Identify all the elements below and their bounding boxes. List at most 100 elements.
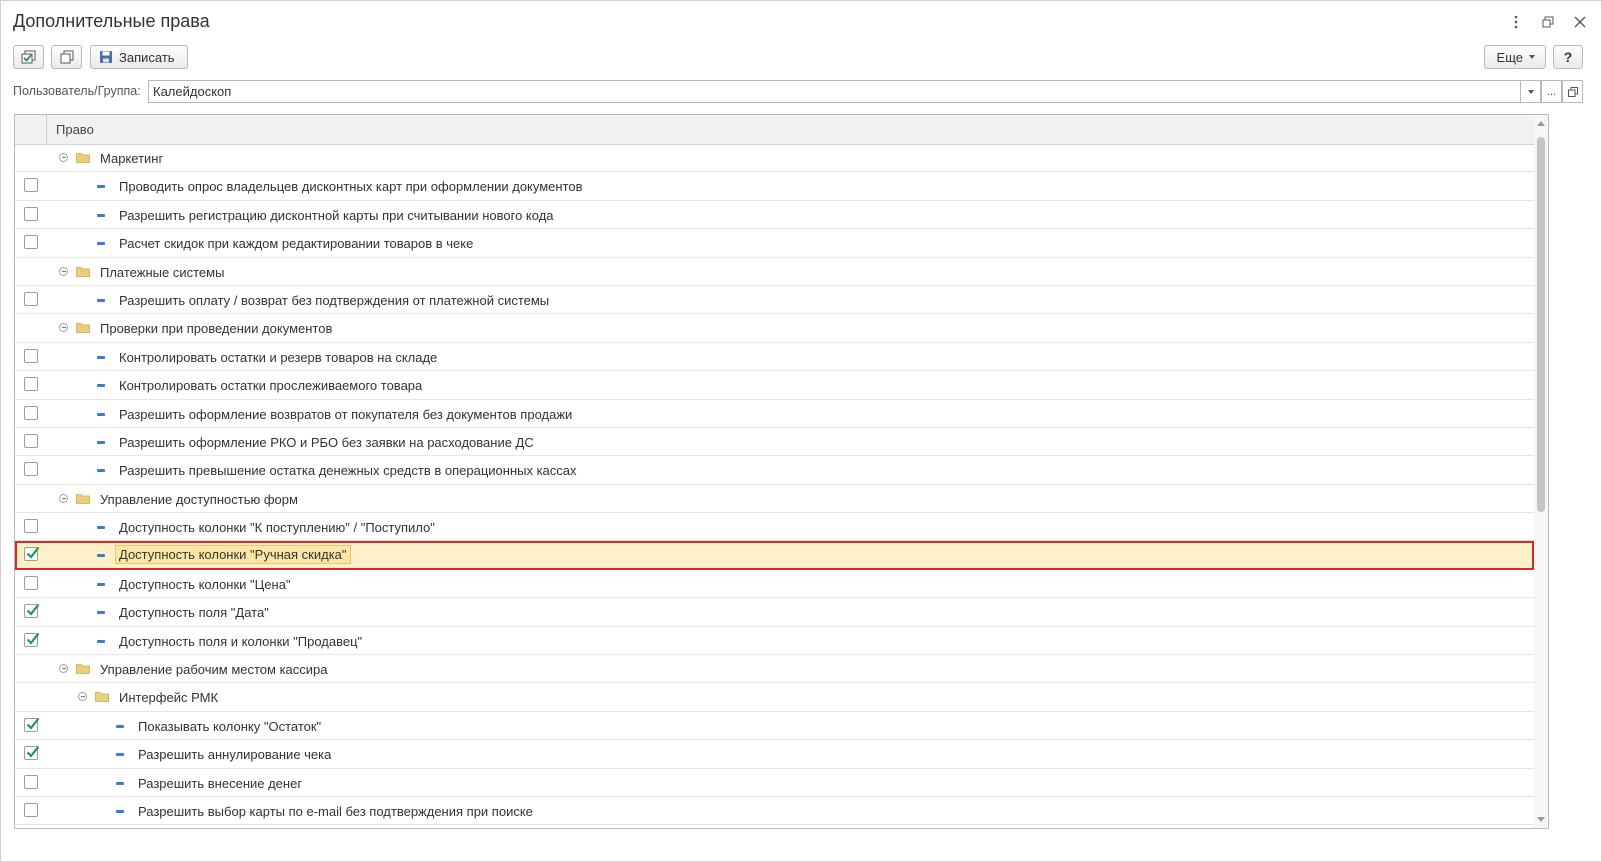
table-row[interactable]: Проводить опрос владельцев дисконтных ка…	[15, 172, 1534, 201]
save-and-close-button[interactable]	[13, 45, 44, 69]
table-row[interactable]: Разрешить превышение остатка денежных ср…	[15, 456, 1534, 485]
right-checkbox[interactable]	[24, 348, 38, 363]
right-label: Разрешить внесение денег	[138, 775, 303, 791]
table-row[interactable]: Разрешить оформление РКО и РБО без заявк…	[15, 428, 1534, 457]
user-group-open-button[interactable]	[1562, 80, 1583, 103]
table-row[interactable]: Доступность колонки "Ручная скидка"	[15, 541, 1534, 570]
right-checkbox[interactable]	[24, 206, 38, 221]
right-checkbox[interactable]	[24, 575, 38, 590]
scroll-down-arrow-icon[interactable]	[1537, 817, 1545, 822]
user-group-label: Пользователь/Группа:	[13, 84, 141, 98]
right-checkbox[interactable]	[24, 746, 40, 761]
right-label: Доступность колонки "Цена"	[119, 576, 291, 592]
table-row[interactable]: Разрешить выбор карты по e-mail без подт…	[15, 797, 1534, 826]
copy-button[interactable]	[51, 45, 82, 69]
save-button[interactable]: Записать	[90, 45, 188, 69]
item-marker-icon	[97, 298, 105, 302]
right-checkbox[interactable]	[24, 604, 40, 619]
item-marker-icon	[116, 809, 124, 813]
table-row[interactable]: Разрешить внесение денег	[15, 769, 1534, 797]
right-column-header: Право	[56, 122, 94, 137]
user-group-input[interactable]: Калейдоскоп	[148, 80, 1521, 103]
right-label: Контролировать остатки прослеживаемого т…	[119, 378, 423, 394]
scrollbar-thumb[interactable]	[1537, 137, 1545, 512]
right-label: Проводить опрос владельцев дисконтных ка…	[119, 179, 583, 195]
right-label: Разрешить регистрацию дисконтной карты п…	[119, 207, 554, 223]
checkmark-icon	[26, 632, 40, 645]
group-row[interactable]: Управление доступностью форм	[15, 485, 1534, 514]
table-row[interactable]: Доступность колонки "Цена"	[15, 570, 1534, 599]
right-checkbox[interactable]	[24, 519, 38, 534]
group-row[interactable]: Интерфейс РМК	[15, 683, 1534, 712]
group-label: Управление рабочим местом кассира	[100, 662, 328, 678]
collapse-toggle-icon[interactable]	[59, 266, 68, 276]
table-row[interactable]: Доступность поля "Дата"	[15, 598, 1534, 627]
table-row[interactable]: Контролировать остатки и резерв товаров …	[15, 343, 1534, 372]
table-row[interactable]: Разрешить оплату / возврат без подтвержд…	[15, 286, 1534, 315]
table-row[interactable]: Разрешить аннулирование чека	[15, 740, 1534, 769]
table-row[interactable]: Разрешить оформление возвратов от покупа…	[15, 400, 1534, 428]
group-row[interactable]: Маркетинг	[15, 144, 1534, 173]
item-marker-icon	[97, 384, 105, 388]
scroll-up-arrow-icon[interactable]	[1537, 121, 1545, 126]
right-label: Разрешить оплату / возврат без подтвержд…	[119, 292, 550, 308]
right-checkbox[interactable]	[24, 547, 40, 562]
item-marker-icon	[97, 213, 105, 217]
right-checkbox[interactable]	[24, 377, 38, 392]
group-label: Управление доступностью форм	[100, 491, 298, 507]
right-checkbox[interactable]	[24, 774, 38, 789]
group-row[interactable]: Платежные системы	[15, 258, 1534, 286]
right-checkbox[interactable]	[24, 717, 40, 732]
collapse-toggle-icon[interactable]	[59, 664, 68, 674]
table-row[interactable]: Расчет скидок при каждом редактировании …	[15, 229, 1534, 258]
table-row[interactable]: Показывать колонку "Остаток"	[15, 712, 1534, 741]
right-label: Разрешить превышение остатка денежных ср…	[119, 463, 577, 479]
item-marker-icon	[97, 639, 105, 643]
table-row[interactable]: Контролировать остатки прослеживаемого т…	[15, 371, 1534, 400]
group-label: Интерфейс РМК	[119, 690, 219, 706]
checkmark-icon	[26, 547, 40, 560]
item-marker-icon	[97, 355, 105, 359]
right-checkbox[interactable]	[24, 291, 38, 306]
right-checkbox[interactable]	[24, 433, 38, 448]
group-row[interactable]: Проверки при проведении документов	[15, 314, 1534, 343]
item-marker-icon	[97, 582, 105, 586]
right-checkbox[interactable]	[24, 178, 38, 193]
item-marker-icon	[97, 242, 105, 246]
copy-icon	[60, 50, 73, 64]
rights-table: Право Маркетинг Проводить опрос владельце…	[14, 114, 1549, 829]
collapse-toggle-icon[interactable]	[59, 323, 68, 333]
vertical-scrollbar[interactable]	[1534, 115, 1548, 828]
right-checkbox[interactable]	[24, 235, 38, 250]
help-button[interactable]: ?	[1553, 45, 1583, 69]
save-button-label: Записать	[119, 49, 175, 65]
right-checkbox[interactable]	[24, 462, 38, 477]
more-menu-button[interactable]: Еще	[1483, 45, 1546, 69]
folder-icon	[95, 692, 109, 703]
table-header: Право	[15, 115, 1534, 145]
collapse-toggle-icon[interactable]	[78, 692, 87, 702]
right-checkbox[interactable]	[24, 405, 38, 420]
table-row[interactable]: Доступность колонки "К поступлению" / "П…	[15, 513, 1534, 542]
table-row[interactable]: Разрешить регистрацию дисконтной карты п…	[15, 201, 1534, 230]
collapse-toggle-icon[interactable]	[59, 493, 68, 503]
item-marker-icon	[116, 781, 124, 785]
right-label: Разрешить выбор карты по e-mail без подт…	[138, 803, 533, 819]
right-checkbox[interactable]	[24, 802, 38, 817]
group-row[interactable]: Управление рабочим местом кассира	[15, 655, 1534, 684]
right-checkbox[interactable]	[24, 632, 40, 647]
user-group-select-button[interactable]: ...	[1541, 80, 1562, 103]
floppy-disk-icon	[100, 51, 112, 63]
user-group-field-row: Пользователь/Группа: Калейдоскоп ...	[13, 80, 1583, 104]
more-actions-icon[interactable]	[1507, 13, 1525, 31]
close-icon[interactable]	[1571, 13, 1589, 31]
right-label: Разрешить оформление возвратов от покупа…	[119, 406, 573, 422]
user-group-dropdown-button[interactable]	[1520, 80, 1541, 103]
collapse-toggle-icon[interactable]	[59, 153, 68, 162]
table-row[interactable]: Доступность поля и колонки "Продавец"	[15, 627, 1534, 656]
window-title: Дополнительные права	[13, 11, 210, 31]
right-label: Расчет скидок при каждом редактировании …	[119, 236, 474, 252]
right-label: Контролировать остатки и резерв товаров …	[119, 349, 438, 365]
restore-window-icon[interactable]	[1539, 13, 1557, 31]
item-marker-icon	[116, 753, 124, 757]
